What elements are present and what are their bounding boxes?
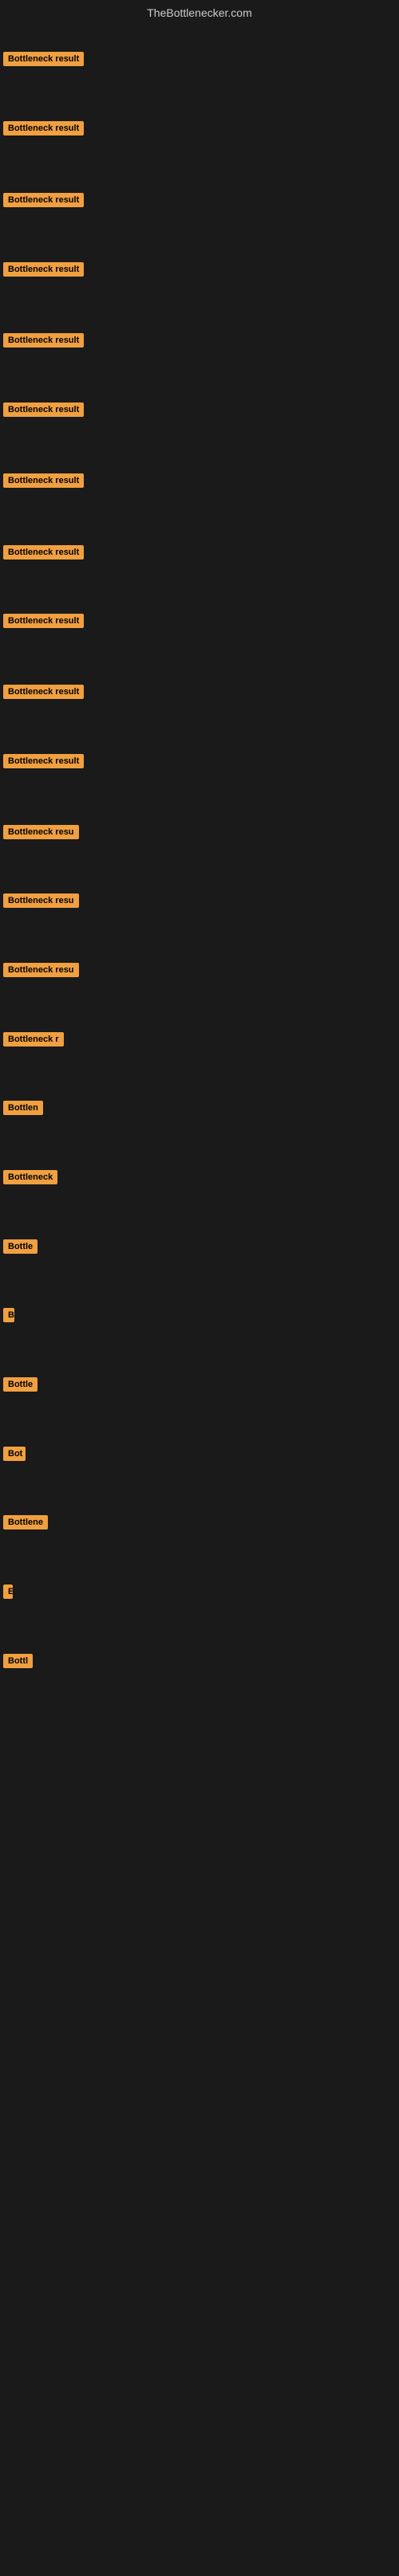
bottleneck-badge-18[interactable]: Bottle (3, 1239, 38, 1254)
result-item-9: Bottleneck result (0, 609, 87, 637)
bottleneck-badge-24[interactable]: Bottl (3, 1654, 33, 1668)
result-item-12: Bottleneck resu (0, 820, 82, 848)
bottleneck-badge-23[interactable]: E (3, 1584, 13, 1599)
result-item-6: Bottleneck result (0, 398, 87, 426)
bottleneck-badge-21[interactable]: Bot (3, 1447, 26, 1461)
bottleneck-badge-7[interactable]: Bottleneck result (3, 473, 84, 488)
bottleneck-badge-12[interactable]: Bottleneck resu (3, 825, 79, 839)
bottleneck-badge-17[interactable]: Bottleneck (3, 1170, 57, 1184)
result-item-8: Bottleneck result (0, 540, 87, 568)
bottleneck-badge-15[interactable]: Bottleneck r (3, 1032, 64, 1046)
result-item-18: Bottle (0, 1235, 41, 1262)
result-item-11: Bottleneck result (0, 749, 87, 777)
result-item-7: Bottleneck result (0, 469, 87, 497)
result-item-1: Bottleneck result (0, 47, 87, 75)
bottleneck-badge-19[interactable]: B (3, 1308, 14, 1322)
result-item-19: B (0, 1303, 18, 1331)
result-item-15: Bottleneck r (0, 1027, 67, 1055)
bottleneck-badge-2[interactable]: Bottleneck result (3, 121, 84, 135)
result-item-14: Bottleneck resu (0, 958, 82, 986)
result-item-2: Bottleneck result (0, 116, 87, 144)
result-item-20: Bottle (0, 1372, 41, 1400)
bottleneck-badge-16[interactable]: Bottlen (3, 1101, 43, 1115)
bottleneck-badge-13[interactable]: Bottleneck resu (3, 893, 79, 908)
result-item-24: Bottl (0, 1649, 36, 1677)
bottleneck-badge-22[interactable]: Bottlene (3, 1515, 48, 1530)
bottleneck-badge-8[interactable]: Bottleneck result (3, 545, 84, 560)
result-item-5: Bottleneck result (0, 328, 87, 356)
result-item-17: Bottleneck (0, 1165, 61, 1193)
bottleneck-badge-6[interactable]: Bottleneck result (3, 402, 84, 417)
bottleneck-badge-5[interactable]: Bottleneck result (3, 333, 84, 348)
site-title: TheBottlenecker.com (0, 0, 399, 26)
bottleneck-badge-9[interactable]: Bottleneck result (3, 614, 84, 628)
result-item-4: Bottleneck result (0, 257, 87, 285)
result-item-21: Bot (0, 1442, 29, 1470)
bottleneck-badge-4[interactable]: Bottleneck result (3, 262, 84, 277)
result-item-23: E (0, 1580, 16, 1608)
bottleneck-badge-20[interactable]: Bottle (3, 1377, 38, 1392)
result-item-22: Bottlene (0, 1510, 51, 1538)
bottleneck-badge-14[interactable]: Bottleneck resu (3, 963, 79, 977)
bottleneck-badge-10[interactable]: Bottleneck result (3, 685, 84, 699)
result-item-10: Bottleneck result (0, 680, 87, 708)
result-item-3: Bottleneck result (0, 188, 87, 216)
result-item-13: Bottleneck resu (0, 889, 82, 917)
result-item-16: Bottlen (0, 1096, 46, 1124)
bottleneck-badge-1[interactable]: Bottleneck result (3, 52, 84, 66)
bottleneck-badge-11[interactable]: Bottleneck result (3, 754, 84, 768)
bottleneck-badge-3[interactable]: Bottleneck result (3, 193, 84, 207)
